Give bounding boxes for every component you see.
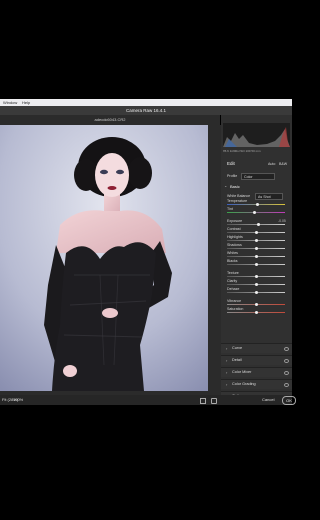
slider-thumb[interactable] <box>254 231 258 234</box>
title-bar: Camera Raw 16.4.1 <box>0 106 292 115</box>
slider-thumb[interactable] <box>255 203 259 206</box>
visibility-eye-icon[interactable] <box>284 347 289 351</box>
slider-thumb[interactable] <box>253 211 257 214</box>
window-title: Camera Raw 16.4.1 <box>125 108 167 113</box>
slider-thumb[interactable] <box>254 255 258 258</box>
section-color-mixer[interactable]: › Color Mixer <box>221 367 292 377</box>
bw-button[interactable]: B&W <box>279 162 287 166</box>
ok-button[interactable]: OK <box>282 396 296 405</box>
edit-title: Edit <box>227 161 235 166</box>
visibility-eye-icon[interactable] <box>284 359 289 363</box>
section-title: Detail <box>232 358 242 362</box>
slider-label: Vibrance <box>227 299 242 303</box>
menu-bar: Window Help <box>0 99 292 106</box>
white-balance-select[interactable]: As Shot <box>255 193 283 200</box>
slider-track[interactable] <box>227 224 285 225</box>
slider-thumb[interactable] <box>254 247 258 250</box>
section-title: Color Mixer <box>232 370 252 374</box>
visibility-eye-icon[interactable] <box>284 371 289 375</box>
menu-window[interactable]: Window <box>3 99 17 106</box>
slider-thumb[interactable] <box>254 263 258 266</box>
histogram-shutter: 1/200s <box>229 149 239 153</box>
slider-label: Tint <box>227 207 233 211</box>
cancel-button[interactable]: Cancel <box>258 396 278 404</box>
slider-label: Clarity <box>227 279 238 283</box>
basic-section-title[interactable]: Basic <box>230 184 240 189</box>
chevron-right-icon[interactable]: › <box>226 344 227 353</box>
visibility-eye-icon[interactable] <box>284 383 289 387</box>
chevron-right-icon[interactable]: › <box>226 380 227 389</box>
slider-thumb[interactable] <box>254 239 258 242</box>
histogram-aperture: f/5.6 <box>223 149 229 153</box>
slider-thumb[interactable] <box>254 283 258 286</box>
menu-help[interactable]: Help <box>22 99 30 106</box>
white-balance-label: White Balance <box>227 194 251 198</box>
slider-thumb[interactable] <box>254 303 258 306</box>
section-title: Color Grading <box>232 382 256 386</box>
slider-thumb[interactable] <box>254 275 258 278</box>
profile-label: Profile <box>227 174 238 178</box>
zoom-100[interactable]: 100% <box>13 395 23 405</box>
chevron-right-icon[interactable]: › <box>226 356 227 365</box>
photo-preview[interactable] <box>0 125 208 391</box>
section-color-grading[interactable]: › Color Grading <box>221 379 292 389</box>
section-title: Curve <box>232 346 243 350</box>
section-curve[interactable]: › Curve <box>221 343 292 353</box>
slider-label: Dehaze <box>227 287 240 291</box>
slider-label: Shadows <box>227 243 242 247</box>
profile-select[interactable]: Color <box>241 173 275 180</box>
filmstrip-toggle[interactable] <box>213 125 221 395</box>
histogram-focal: 50 mm <box>251 149 261 153</box>
slider-label: Exposure <box>227 219 243 223</box>
slider-thumb[interactable] <box>254 291 258 294</box>
image-canvas[interactable]: adecdc6043.CR2 <box>0 115 220 395</box>
slider-label: Whites <box>227 251 238 255</box>
section-detail[interactable]: › Detail <box>221 355 292 365</box>
auto-button[interactable]: Auto <box>268 162 275 166</box>
histogram-iso: ISO 100 <box>239 149 251 153</box>
chevron-right-icon[interactable]: › <box>226 368 227 377</box>
slider-label: Blacks <box>227 259 238 263</box>
histogram <box>223 123 290 147</box>
compare-view-icon[interactable] <box>200 398 206 404</box>
slider-label: Saturation <box>227 307 244 311</box>
slider-label: Texture <box>227 271 239 275</box>
portrait-image <box>0 125 208 391</box>
before-after-icon[interactable] <box>211 398 217 404</box>
slider-label: Highlights <box>227 235 243 239</box>
slider-label: Temperature <box>227 199 248 203</box>
profile-value: Color <box>244 174 253 179</box>
slider-thumb[interactable] <box>254 311 258 314</box>
image-filename: adecdc6043.CR2 <box>94 117 126 122</box>
bottom-bar: Fit (28%) 100% Cancel OK <box>0 395 296 405</box>
chevron-down-icon[interactable]: ⌄ <box>224 183 227 188</box>
edit-panel: f/5.6 1/200s ISO 100 50 mm Edit Auto B&W… <box>221 115 292 401</box>
slider-value[interactable]: -0.05 <box>278 219 286 223</box>
white-balance-value: As Shot <box>258 194 271 199</box>
slider-thumb[interactable] <box>257 223 261 226</box>
slider-label: Contrast <box>227 227 241 231</box>
